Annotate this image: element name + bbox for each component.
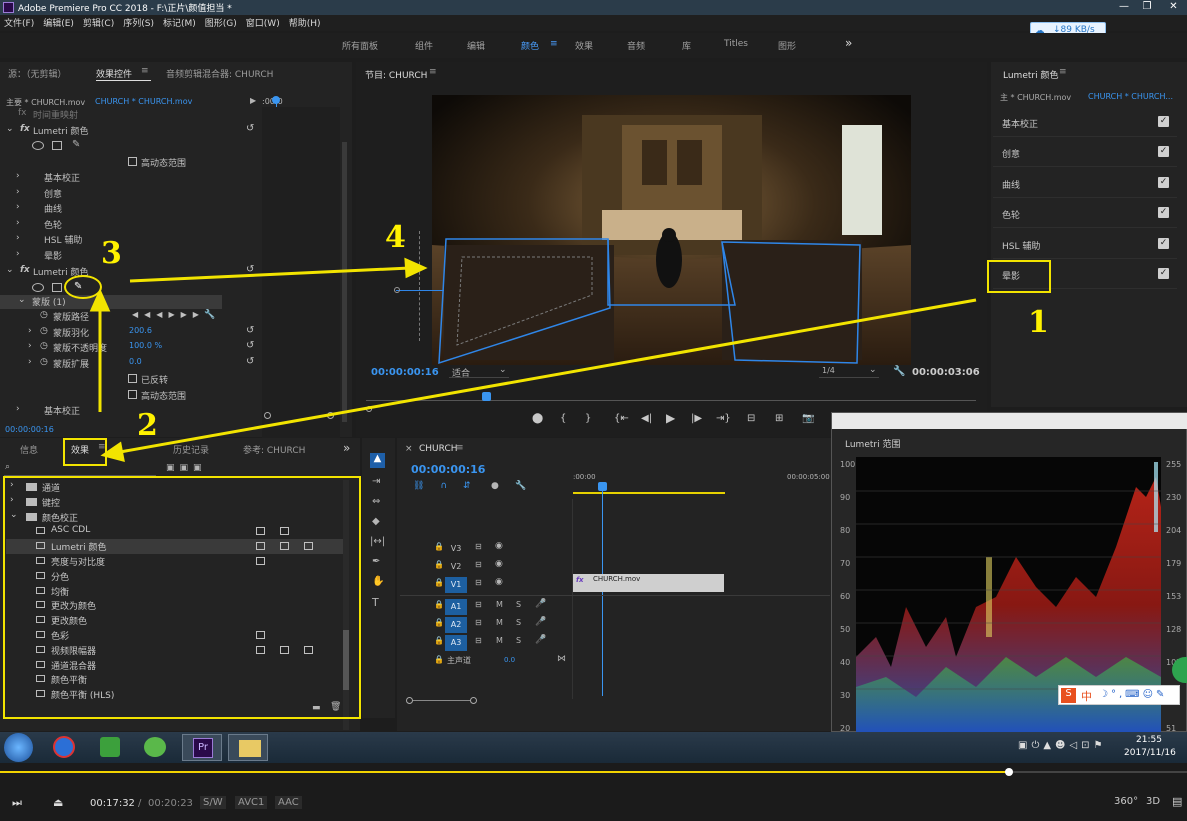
player-progress-fill xyxy=(0,771,1009,773)
clock-time: 21:55 xyxy=(1136,735,1162,745)
player-progress-knob[interactable] xyxy=(1004,768,1013,776)
app-taskbar-icon[interactable] xyxy=(90,734,130,761)
windows-taskbar: Pr ▣⏻▲☻◁⊡⚑ 21:55 2017/11/16 xyxy=(0,732,1187,763)
clock-date: 2017/11/16 xyxy=(1124,748,1176,758)
annotation-number-1: 1 xyxy=(1028,305,1049,340)
3d-button[interactable]: 3D xyxy=(1146,796,1160,807)
time-separator: / xyxy=(138,798,142,809)
render-tag: S/W xyxy=(200,796,226,809)
media-player-taskbar-icon[interactable] xyxy=(44,734,84,761)
annotation-number-2: 2 xyxy=(137,408,158,443)
player-total-time: 00:20:23 xyxy=(148,798,193,809)
eject-button[interactable]: ⏏ xyxy=(53,796,63,809)
premiere-taskbar-icon[interactable]: Pr xyxy=(182,734,222,761)
player-current-time: 00:17:32 xyxy=(90,798,135,809)
start-button[interactable] xyxy=(4,733,33,762)
vr360-button[interactable]: 360° xyxy=(1114,796,1138,807)
annotation-arrows xyxy=(89,257,977,463)
annotation-number-4: 4 xyxy=(385,220,406,255)
video-player-bar: ⏭ ⏏ 00:17:32 / 00:20:23 S/W AVC1 AAC 360… xyxy=(0,763,1187,821)
frog-app-taskbar-icon[interactable] xyxy=(134,734,174,761)
system-tray-icons[interactable]: ▣⏻▲☻◁⊡⚑ xyxy=(1018,740,1107,751)
explorer-taskbar-icon[interactable] xyxy=(228,734,268,761)
player-settings-icon[interactable]: ▤ xyxy=(1172,795,1182,808)
video-codec-tag: AVC1 xyxy=(235,796,268,809)
annotation-number-3: 3 xyxy=(101,236,122,271)
play-next-button[interactable]: ⏭ xyxy=(12,796,22,810)
audio-codec-tag: AAC xyxy=(275,796,302,809)
